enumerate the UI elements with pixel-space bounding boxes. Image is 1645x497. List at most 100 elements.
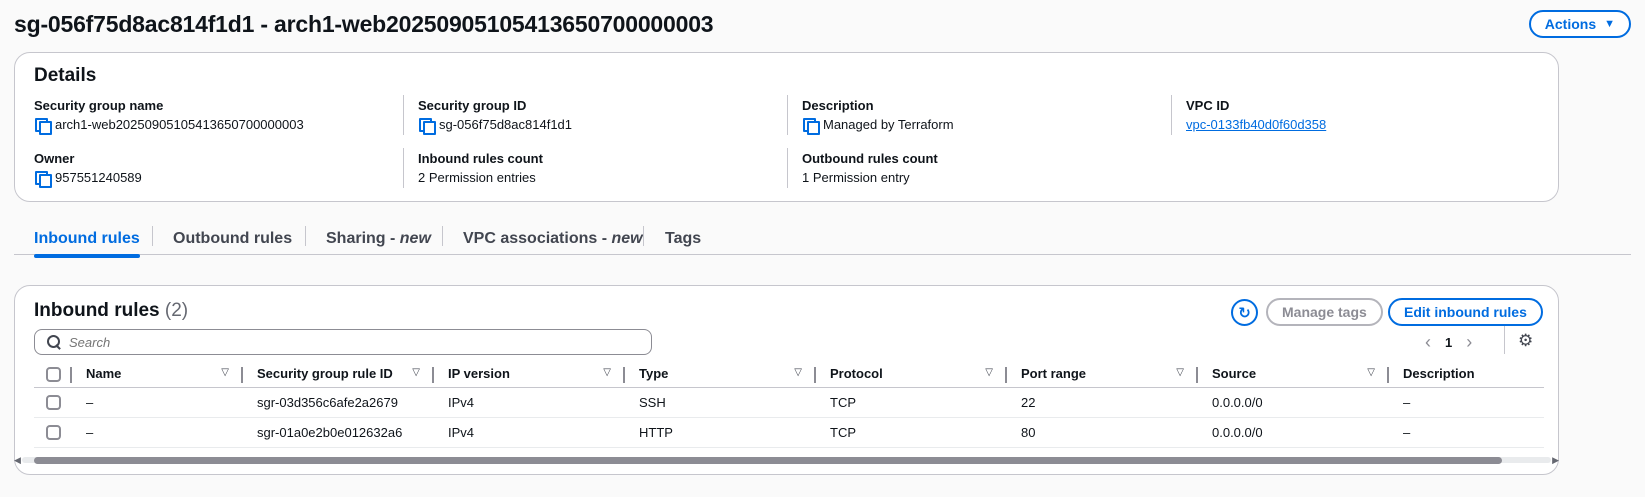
horizontal-scrollbar[interactable]: ◀ ▶ — [14, 455, 1559, 465]
vpc-id-link[interactable]: vpc-0133fb40d0f60d358 — [1186, 117, 1326, 132]
tab-vpc-associations[interactable]: VPC associations - new — [463, 224, 643, 254]
sort-icon: ▽ — [412, 367, 420, 378]
search-input[interactable] — [69, 334, 609, 350]
field-sg-name: Security group name arch1-web20250905105… — [34, 98, 304, 135]
page-number[interactable]: 1 — [1445, 335, 1452, 350]
sort-icon: ▽ — [603, 367, 611, 378]
rules-table: Name ▽ Security group rule ID ▽ IP version… — [34, 361, 1544, 448]
cell-port-range: 80 — [1007, 417, 1198, 448]
cell-name: – — [72, 417, 243, 448]
chevron-left-icon[interactable]: ‹ — [1425, 332, 1431, 353]
copy-icon[interactable] — [802, 117, 820, 135]
col-header-port-range[interactable]: Port range ▽ — [1007, 361, 1198, 388]
sort-icon: ▽ — [985, 367, 993, 378]
page-header: sg-056f75d8ac814f1d1 - arch1-web20250905… — [14, 6, 1631, 42]
copy-icon[interactable] — [34, 117, 52, 135]
cell-type: SSH — [625, 387, 816, 418]
table-header-row: Name ▽ Security group rule ID ▽ IP version… — [34, 361, 1544, 388]
edit-inbound-rules-button[interactable]: Edit inbound rules — [1388, 298, 1543, 326]
col-header-ip-version[interactable]: IP version ▽ — [434, 361, 625, 388]
divider — [1504, 326, 1505, 354]
select-all-cell — [34, 361, 72, 388]
tab-divider — [152, 226, 153, 246]
scroll-left-icon[interactable]: ◀ — [14, 455, 21, 466]
field-sg-id: Security group ID sg-056f75d8ac814f1d1 — [418, 98, 572, 135]
description-value: Managed by Terraform — [823, 117, 954, 132]
sg-id-label: Security group ID — [418, 98, 527, 113]
sg-name-value: arch1-web20250905105413650700000003 — [55, 117, 304, 132]
table-row[interactable]: – sgr-03d356c6afe2a2679 IPv4 SSH TCP 22 … — [34, 387, 1544, 418]
cell-description: – — [1389, 417, 1544, 448]
col-header-protocol[interactable]: Protocol ▽ — [816, 361, 1007, 388]
rules-count: (2) — [164, 300, 189, 321]
sort-icon: ▽ — [221, 367, 229, 378]
cell-rule-id: sgr-03d356c6afe2a2679 — [243, 387, 434, 418]
divider — [787, 148, 788, 188]
field-outbound-count: Outbound rules count 1 Permission entry — [802, 151, 938, 185]
copy-icon[interactable] — [418, 117, 436, 135]
details-heading: Details — [34, 65, 97, 86]
owner-label: Owner — [34, 151, 75, 166]
cell-source: 0.0.0.0/0 — [1198, 417, 1389, 448]
cell-name: – — [72, 387, 243, 418]
outbound-count-value: 1 Permission entry — [802, 170, 910, 185]
table-row[interactable]: – sgr-01a0e2b0e012632a6 IPv4 HTTP TCP 80… — [34, 417, 1544, 448]
actions-button[interactable]: Actions ▼ — [1528, 10, 1631, 38]
sort-icon: ▽ — [1367, 367, 1375, 378]
tab-divider — [643, 226, 644, 246]
field-vpc-id: VPC ID vpc-0133fb40d0f60d358 — [1186, 98, 1326, 132]
cell-port-range: 22 — [1007, 387, 1198, 418]
tab-outbound-rules[interactable]: Outbound rules — [173, 224, 292, 254]
tab-tags[interactable]: Tags — [665, 224, 701, 254]
col-header-description[interactable]: Description — [1389, 361, 1544, 388]
field-description: Description Managed by Terraform — [802, 98, 954, 135]
divider — [403, 148, 404, 188]
inbound-count-label: Inbound rules count — [418, 151, 543, 166]
select-all-checkbox[interactable] — [46, 366, 61, 382]
col-header-rule-id[interactable]: Security group rule ID ▽ — [243, 361, 434, 388]
sg-name-label: Security group name — [34, 98, 164, 113]
cell-description: – — [1389, 387, 1544, 418]
field-owner: Owner 957551240589 — [34, 151, 142, 188]
col-header-type[interactable]: Type ▽ — [625, 361, 816, 388]
row-checkbox[interactable] — [46, 395, 61, 411]
inbound-rules-panel: Inbound rules (2) ↻ Manage tags Edit inb… — [14, 285, 1559, 475]
divider — [787, 95, 788, 135]
rules-title: Inbound rules (2) — [34, 300, 189, 321]
inbound-count-value: 2 Permission entries — [418, 170, 536, 185]
page-title: sg-056f75d8ac814f1d1 - arch1-web20250905… — [14, 10, 714, 37]
copy-icon[interactable] — [34, 170, 52, 188]
row-checkbox[interactable] — [46, 425, 61, 441]
cell-type: HTTP — [625, 417, 816, 448]
col-header-name[interactable]: Name ▽ — [72, 361, 243, 388]
search-field — [34, 329, 652, 355]
tab-divider — [442, 226, 443, 246]
cell-protocol: TCP — [816, 417, 1007, 448]
scroll-right-icon[interactable]: ▶ — [1552, 455, 1559, 466]
divider — [403, 95, 404, 135]
tab-bar: Inbound rules Outbound rules Sharing - n… — [14, 220, 1631, 258]
owner-value: 957551240589 — [55, 170, 142, 185]
refresh-icon[interactable]: ↻ — [1231, 299, 1258, 326]
divider — [1171, 95, 1172, 135]
pagination: ‹ 1 › — [1425, 332, 1472, 353]
outbound-count-label: Outbound rules count — [802, 151, 938, 166]
sort-icon: ▽ — [1176, 367, 1184, 378]
col-header-source[interactable]: Source ▽ — [1198, 361, 1389, 388]
search-icon — [47, 335, 61, 349]
tab-sharing[interactable]: Sharing - new — [326, 224, 431, 254]
vpc-id-label: VPC ID — [1186, 98, 1230, 113]
description-label: Description — [802, 98, 874, 113]
scroll-thumb[interactable] — [34, 457, 1502, 464]
cell-ip-version: IPv4 — [434, 387, 625, 418]
cell-source: 0.0.0.0/0 — [1198, 387, 1389, 418]
cell-rule-id: sgr-01a0e2b0e012632a6 — [243, 417, 434, 448]
caret-down-icon: ▼ — [1604, 18, 1615, 30]
chevron-right-icon[interactable]: › — [1466, 332, 1472, 353]
gear-icon[interactable]: ⚙ — [1518, 331, 1533, 351]
tab-inbound-rules[interactable]: Inbound rules — [34, 224, 140, 258]
sort-icon: ▽ — [794, 367, 802, 378]
cell-protocol: TCP — [816, 387, 1007, 418]
tab-divider — [305, 226, 306, 246]
manage-tags-button[interactable]: Manage tags — [1266, 298, 1383, 326]
